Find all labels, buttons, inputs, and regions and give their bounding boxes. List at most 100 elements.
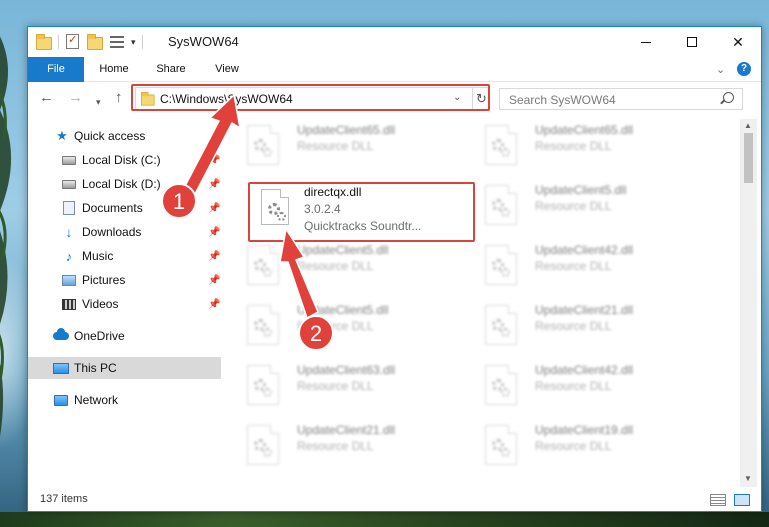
onedrive-icon [53,328,69,344]
file-name: UpdateClient5.dll [535,183,627,197]
list-item[interactable]: UpdateClient21.dll Resource DLL [225,419,455,473]
pin-icon: 📌 [208,202,221,214]
new-folder-icon[interactable] [87,34,103,50]
pin-icon: 📌 [208,250,221,262]
tab-file[interactable]: File [28,57,84,82]
drive-icon [61,152,77,168]
list-item[interactable]: UpdateClient21.dll Resource DLL [463,299,693,353]
quick-access-toolbar: ▾ [36,33,143,51]
tab-home[interactable]: Home [90,57,138,82]
file-name: UpdateClient5.dll [297,303,389,317]
expand-ribbon-icon[interactable]: ⌄ [716,63,725,76]
address-bar-highlight [131,84,490,111]
maximize-icon [687,37,697,47]
file-explorer-window: ▾ SysWOW64 ✕ File Home Share View ⌄ ? ← … [27,26,762,512]
recent-locations-icon[interactable]: ▾ [96,94,101,110]
file-type: Resource DLL [535,259,612,273]
sidebar-item-label: Quick access [74,129,146,143]
dll-file-icon [247,245,279,285]
sidebar-item-this-pc[interactable]: This PC [28,357,221,379]
file-name: UpdateClient5.dll [297,243,389,257]
file-list: UpdateClient65.dll Resource DLL UpdateCl… [225,119,740,483]
pin-icon: 📌 [208,298,221,310]
sidebar-item-downloads[interactable]: ↓ Downloads 📌 [28,221,221,243]
file-name: UpdateClient65.dll [297,123,396,137]
tab-view[interactable]: View [204,57,250,82]
dll-file-icon [485,365,517,405]
scroll-down-icon[interactable]: ▼ [744,474,752,483]
list-item[interactable]: UpdateClient65.dll Resource DLL [225,119,455,173]
file-type: Resource DLL [297,319,374,333]
sidebar-item-label: Local Disk (C:) [82,153,161,167]
list-item[interactable]: UpdateClient5.dll Resource DLL [225,239,455,293]
sidebar-item-videos[interactable]: Videos 📌 [28,293,221,315]
details-view-icon[interactable] [710,494,726,506]
minimize-button[interactable] [623,27,669,57]
dll-file-icon [485,185,517,225]
file-name: UpdateClient42.dll [535,243,634,257]
network-icon [53,392,69,408]
sidebar-item-quick-access[interactable]: ★ Quick access [28,125,221,147]
scrollbar-thumb[interactable] [744,133,753,183]
search-placeholder: Search SysWOW64 [509,93,616,107]
sidebar-item-pictures[interactable]: Pictures 📌 [28,269,221,291]
properties-icon[interactable] [65,33,81,50]
downloads-icon: ↓ [65,224,73,240]
tiles-view-icon[interactable] [734,494,750,506]
navigation-bar: ← → ▾ ↑ C:\Windows\SysWOW64 ⌄ ↻ Search S… [28,83,761,115]
documents-icon [61,200,77,216]
search-icon[interactable] [723,92,734,103]
toolbar-separator [58,35,59,49]
file-type: Resource DLL [535,379,612,393]
sidebar-item-label: Downloads [82,225,142,239]
help-icon[interactable]: ? [737,62,751,76]
list-item[interactable]: UpdateClient19.dll Resource DLL [463,419,693,473]
sidebar-item-local-disk-d[interactable]: Local Disk (D:) 📌 [28,173,221,195]
status-bar: 137 items [28,490,761,511]
close-button[interactable]: ✕ [715,27,761,57]
sidebar-item-local-disk-c[interactable]: Local Disk (C:) 📌 [28,149,221,171]
sidebar-item-label: Pictures [82,273,126,287]
file-name: UpdateClient63.dll [297,363,396,377]
sidebar-item-music[interactable]: ♪ Music 📌 [28,245,221,267]
minimize-icon [641,41,651,43]
vertical-scrollbar[interactable]: ▲ ▼ [740,119,757,487]
file-type: Resource DLL [535,319,612,333]
dll-file-icon [485,305,517,345]
list-item[interactable]: UpdateClient65.dll Resource DLL [463,119,693,173]
list-item[interactable]: UpdateClient5.dll Resource DLL [463,179,693,233]
pictures-icon [61,272,77,288]
customize-toolbar-icon[interactable] [109,34,125,50]
list-item[interactable]: UpdateClient42.dll Resource DLL [463,359,693,413]
sidebar-item-network[interactable]: Network [28,389,221,411]
folder-icon [36,34,52,50]
back-arrow-icon[interactable]: ← [39,90,54,106]
palm-tree-silhouette [0,36,12,437]
chevron-down-icon[interactable]: ▾ [131,37,136,48]
list-item[interactable]: UpdateClient42.dll Resource DLL [463,239,693,293]
file-name: UpdateClient21.dll [535,303,634,317]
file-name: UpdateClient65.dll [535,123,634,137]
list-item[interactable]: UpdateClient63.dll Resource DLL [225,359,455,413]
pin-icon: 📌 [208,274,221,286]
pin-icon: 📌 [208,226,221,238]
sidebar-item-label: Documents [82,201,143,215]
sidebar-item-label: Network [74,393,119,407]
file-name: UpdateClient19.dll [535,423,634,437]
toolbar-separator [141,35,143,49]
sidebar-item-documents[interactable]: Documents 📌 [28,197,221,219]
desktop-foliage [0,512,769,527]
title-bar: ▾ SysWOW64 ✕ [28,27,761,57]
tab-share[interactable]: Share [148,57,194,82]
item-count: 137 items [40,493,88,505]
forward-arrow-icon[interactable]: → [68,90,83,106]
sidebar-item-onedrive[interactable]: OneDrive [28,325,221,347]
list-item[interactable]: UpdateClient5.dll Resource DLL [225,299,455,353]
up-arrow-icon[interactable]: ↑ [115,90,123,106]
sidebar-item-label: Music [82,249,114,263]
music-icon: ♪ [65,248,73,264]
this-pc-icon [53,360,69,376]
scroll-up-icon[interactable]: ▲ [744,121,752,130]
maximize-button[interactable] [669,27,715,57]
search-input[interactable]: Search SysWOW64 [499,88,743,110]
